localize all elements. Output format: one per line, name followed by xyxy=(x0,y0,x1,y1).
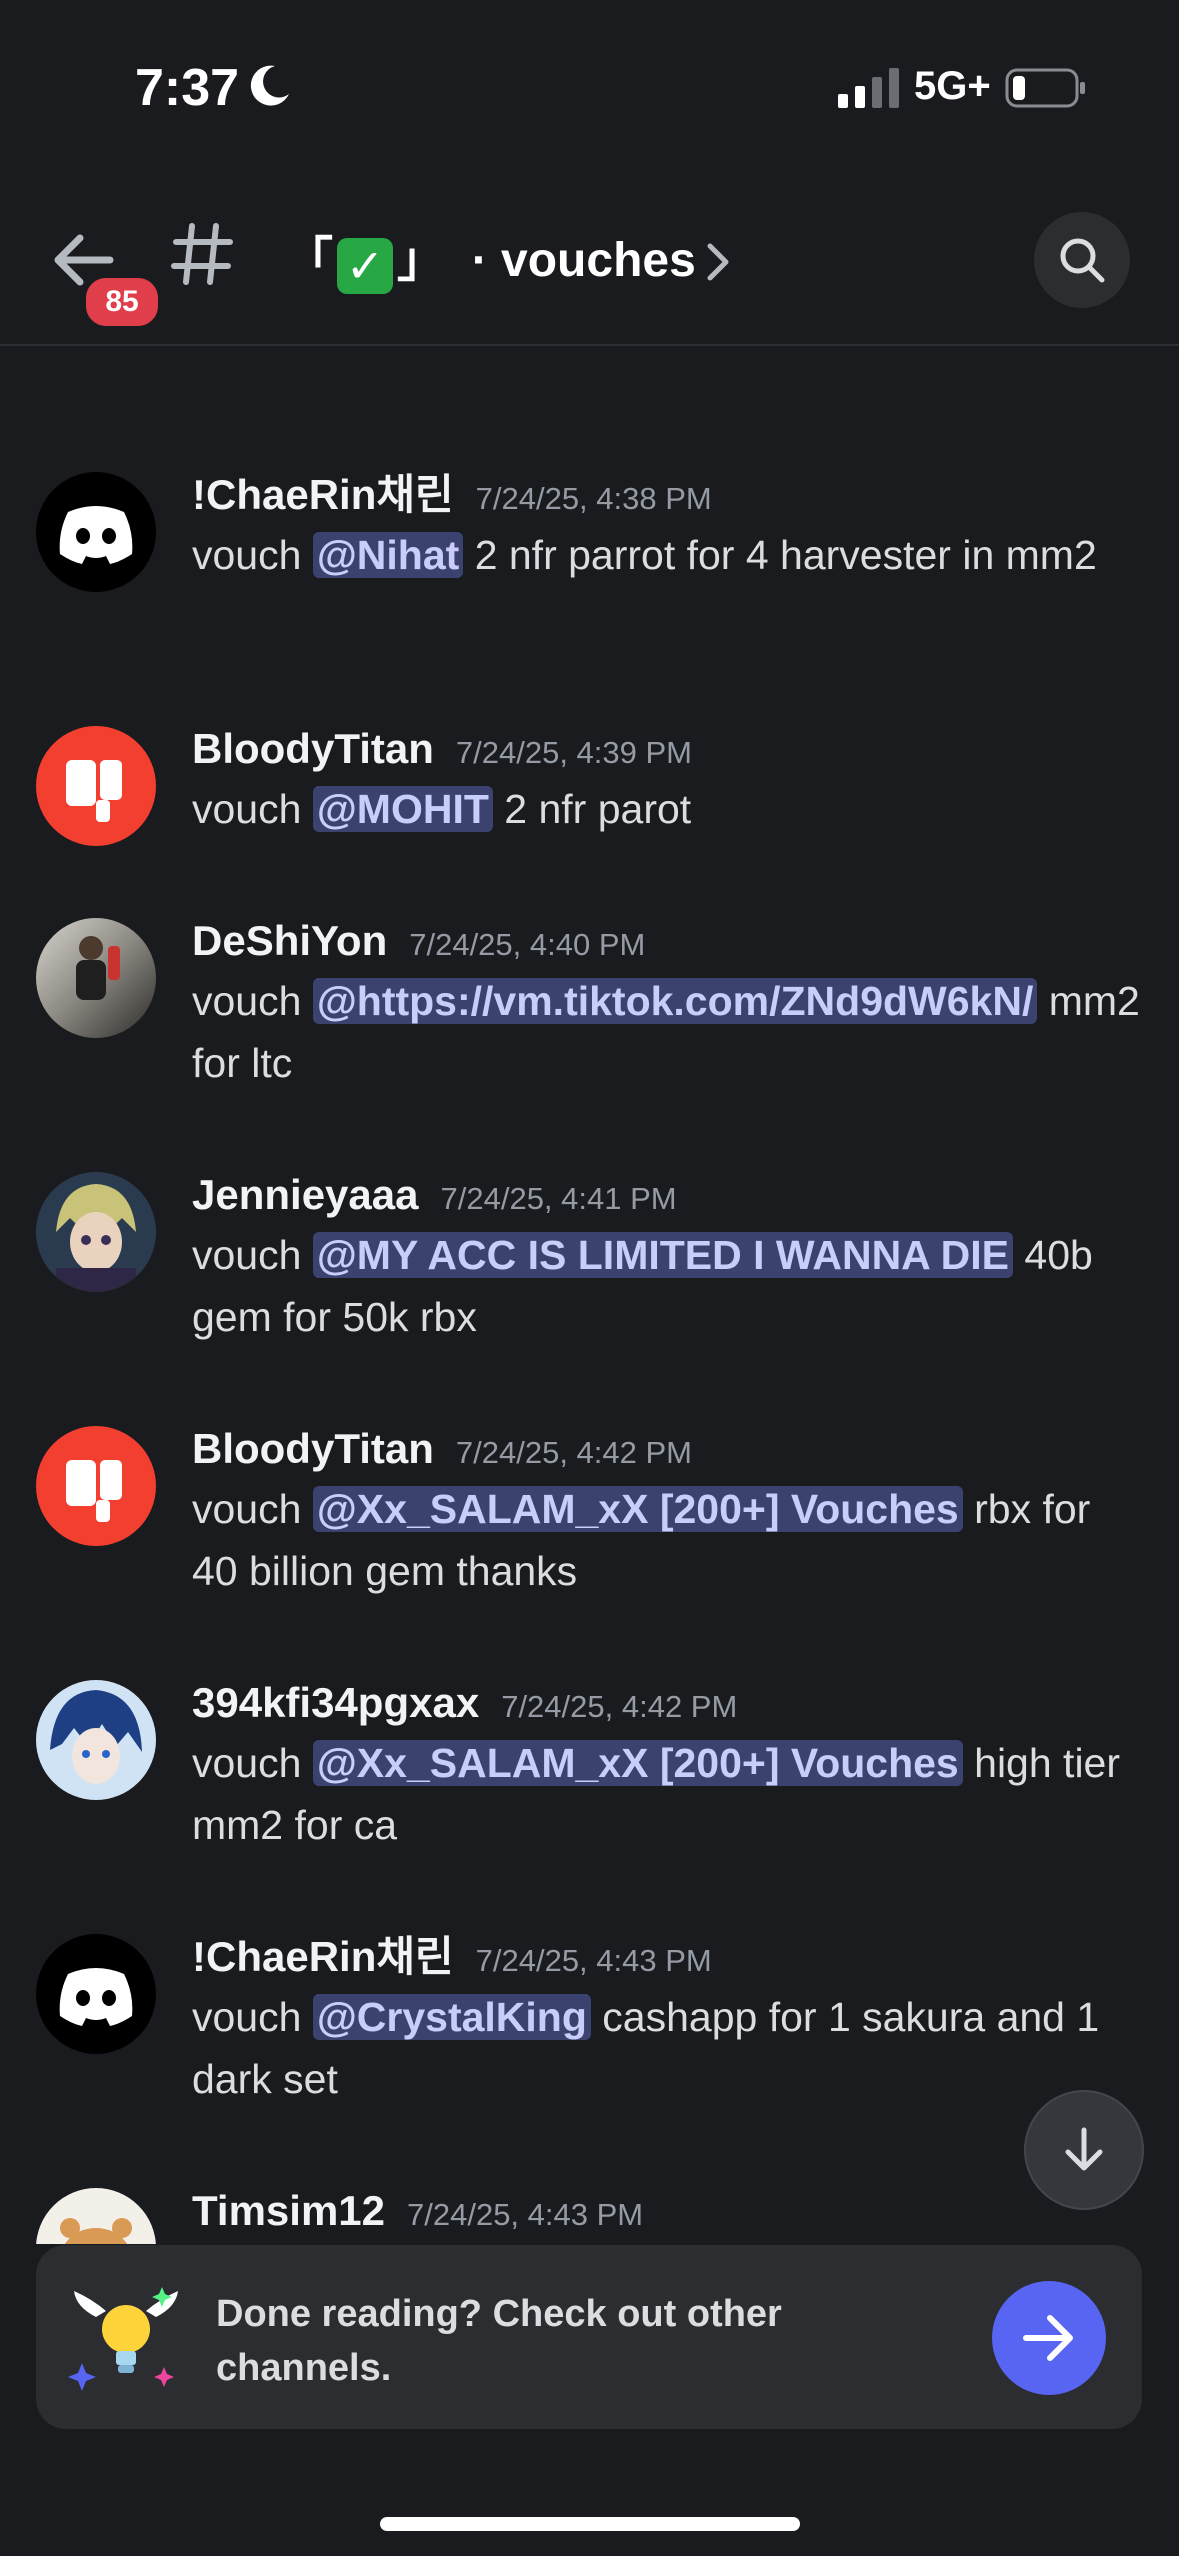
timestamp: 7/24/25, 4:42 PM xyxy=(501,1689,738,1724)
thumbs-down-icon xyxy=(66,760,122,822)
avatar[interactable] xyxy=(36,1680,156,1800)
message-content: vouch @Xx_SALAM_xX [200+] Vouches high t… xyxy=(192,1732,1142,1856)
avatar[interactable] xyxy=(36,472,156,592)
author-name[interactable]: Jennieyaaa xyxy=(192,1171,419,1218)
avatar[interactable] xyxy=(36,1426,156,1546)
author-name[interactable]: 394kfi34pgxax xyxy=(192,1679,479,1726)
user-mention[interactable]: @CrystalKing xyxy=(312,1994,591,2040)
search-button[interactable] xyxy=(1034,212,1130,308)
avatar[interactable] xyxy=(36,2188,156,2244)
avatar[interactable] xyxy=(36,726,156,846)
message-content: vouch @https://vm.tiktok.com/ZNd9dW6kN/ … xyxy=(192,970,1142,1094)
message-content: vouch @CrystalKing cashapp for 1 sakura … xyxy=(192,1986,1142,2110)
message-content: vouch @Xx_SALAM_xX [200+] Vouches rbx fo… xyxy=(192,1478,1142,1602)
channel-header: 85 「✓」 · vouches xyxy=(0,170,1179,346)
photo-person-icon xyxy=(76,936,120,1000)
message-prefix: vouch xyxy=(192,1232,313,1278)
battery-icon xyxy=(1005,68,1085,108)
status-time: 7:37 xyxy=(135,59,240,117)
timestamp: 7/24/25, 4:43 PM xyxy=(407,2197,644,2232)
timestamp: 7/24/25, 4:42 PM xyxy=(455,1435,692,1470)
jump-to-latest-button[interactable] xyxy=(1024,2090,1144,2210)
message-prefix: vouch xyxy=(192,1740,313,1786)
hamster-icon xyxy=(60,2218,132,2244)
thumbs-down-icon xyxy=(66,1460,122,1522)
avatar[interactable] xyxy=(36,1934,156,2054)
message-prefix: vouch xyxy=(192,978,313,1024)
hash-icon xyxy=(171,223,233,285)
channel-bracket-open: 「 xyxy=(285,234,334,287)
moon-icon xyxy=(250,65,289,106)
done-reading-text: Done reading? Check out other channels. xyxy=(216,2293,782,2389)
message-prefix: vouch xyxy=(192,1486,313,1532)
message-content: vouch @MOHIT 2 nfr parot xyxy=(192,778,1142,840)
message-prefix: vouch xyxy=(192,786,313,832)
timestamp: 7/24/25, 4:41 PM xyxy=(440,1181,677,1216)
avatar[interactable] xyxy=(36,918,156,1038)
timestamp: 7/24/25, 4:39 PM xyxy=(455,735,692,770)
status-bar: 7:37 5G+ xyxy=(0,0,1179,170)
user-mention[interactable]: @https://vm.tiktok.com/ZNd9dW6kN/ xyxy=(312,978,1038,1024)
winged-lightbulb-icon xyxy=(68,2287,178,2391)
anime-character-icon xyxy=(56,1184,136,1292)
channel-bracket-close: 」 xyxy=(397,234,446,287)
user-mention[interactable]: @MOHIT xyxy=(312,786,493,832)
unread-badge: 85 xyxy=(82,274,162,330)
channel-title-text: vouches xyxy=(501,234,696,287)
signal-icon xyxy=(838,68,899,108)
user-mention[interactable]: @Xx_SALAM_xX [200+] Vouches xyxy=(312,1740,963,1786)
user-mention[interactable]: @Nihat xyxy=(312,532,464,578)
message-text: 2 nfr parot xyxy=(492,786,692,832)
author-name[interactable]: BloodyTitan xyxy=(192,725,434,772)
timestamp: 7/24/25, 4:38 PM xyxy=(475,481,712,516)
message-list[interactable]: !ChaeRin채린 7/24/25, 4:38 PM vouch @Nihat … xyxy=(0,344,1179,2244)
discord-logo-icon xyxy=(59,506,133,564)
author-name[interactable]: DeShiYon xyxy=(192,917,387,964)
author-name[interactable]: Timsim12 xyxy=(192,2187,385,2234)
timestamp: 7/24/25, 4:43 PM xyxy=(475,1943,712,1978)
arrow-right-icon xyxy=(1023,2315,1073,2361)
user-mention[interactable]: @Xx_SALAM_xX [200+] Vouches xyxy=(312,1486,963,1532)
message-prefix: vouch xyxy=(192,532,313,578)
search-icon xyxy=(1060,238,1105,283)
check-emoji-icon: ✓ xyxy=(337,238,394,294)
message-content: vouch @Nihat 2 nfr parrot for 4 harveste… xyxy=(192,524,1142,586)
author-name[interactable]: BloodyTitan xyxy=(192,1425,434,1472)
home-indicator[interactable] xyxy=(380,2517,800,2531)
channel-title[interactable]: 「✓」 · vouches xyxy=(285,220,696,294)
message-text: 2 nfr parrot for 4 harvester in mm2 xyxy=(463,532,1097,578)
next-channel-button[interactable] xyxy=(992,2281,1106,2395)
channel-dot: · xyxy=(471,234,488,287)
avatar[interactable] xyxy=(36,1172,156,1292)
user-mention[interactable]: @MY ACC IS LIMITED I WANNA DIE xyxy=(312,1232,1014,1278)
anime-blue-icon xyxy=(50,1690,142,1784)
message-content: vouch @MY ACC IS LIMITED I WANNA DIE 40b… xyxy=(192,1224,1142,1348)
discord-logo-icon xyxy=(59,1968,133,2026)
chevron-right-icon[interactable] xyxy=(706,242,730,282)
network-type: 5G+ xyxy=(914,64,991,108)
author-name[interactable]: !ChaeRin채린 xyxy=(192,471,454,518)
timestamp: 7/24/25, 4:40 PM xyxy=(409,927,646,962)
message-prefix: vouch xyxy=(192,1994,313,2040)
done-reading-card[interactable]: Done reading? Check out other channels. xyxy=(36,2245,1142,2429)
arrow-down-icon xyxy=(1065,2127,1103,2171)
author-name[interactable]: !ChaeRin채린 xyxy=(192,1933,454,1980)
